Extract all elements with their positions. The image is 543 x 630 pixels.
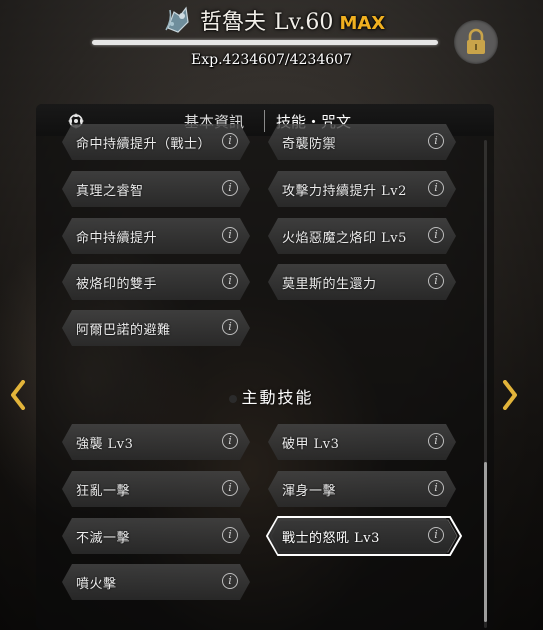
- info-icon[interactable]: i: [222, 227, 238, 243]
- max-level-badge: MAX: [339, 13, 386, 34]
- skill-label: 破甲 Lv3: [282, 437, 340, 452]
- skill-button[interactable]: 強襲 Lv3 i: [62, 424, 250, 460]
- heading-dot-icon: [229, 394, 238, 403]
- skill-label: 真理之睿智: [76, 184, 144, 199]
- info-icon[interactable]: i: [222, 319, 238, 335]
- lock-button[interactable]: [454, 20, 498, 64]
- skill-button[interactable]: 狂亂一擊 i: [62, 471, 250, 507]
- skill-label: 噴火擊: [76, 577, 117, 592]
- skill-button[interactable]: 被烙印的雙手 i: [62, 264, 250, 300]
- skill-button[interactable]: 不滅一擊 i: [62, 518, 250, 554]
- info-icon[interactable]: i: [222, 433, 238, 449]
- prev-pet-button[interactable]: [10, 380, 26, 410]
- skill-label: 狂亂一擊: [76, 484, 131, 499]
- info-icon[interactable]: i: [428, 133, 444, 149]
- lock-icon: [467, 28, 485, 54]
- skill-button[interactable]: 噴火擊 i: [62, 564, 250, 600]
- pet-portrait-icon: [160, 2, 194, 36]
- skill-button[interactable]: 奇襲防禦 i: [268, 124, 456, 160]
- pet-header: 哲魯夫 Lv.60 MAX Exp.4234607/4234607: [0, 0, 543, 100]
- skill-button[interactable]: 莫里斯的生還力 i: [268, 264, 456, 300]
- info-icon[interactable]: i: [428, 273, 444, 289]
- skill-label: 被烙印的雙手: [76, 277, 158, 292]
- skill-button[interactable]: 渾身一擊 i: [268, 471, 456, 507]
- pet-level: Lv.60: [274, 10, 334, 35]
- skill-button[interactable]: 破甲 Lv3 i: [268, 424, 456, 460]
- skill-label: 莫里斯的生還力: [282, 277, 377, 292]
- info-icon[interactable]: i: [222, 180, 238, 196]
- skill-label: 戰士的怒吼 Lv3: [282, 531, 380, 546]
- skill-label: 命中持續提升: [76, 231, 158, 246]
- skill-label: 強襲 Lv3: [76, 437, 134, 452]
- skill-button[interactable]: 火焰惡魔之烙印 Lv5 i: [268, 218, 456, 254]
- skill-label: 火焰惡魔之烙印 Lv5: [282, 231, 407, 246]
- skill-label: 阿爾巴諾的避難: [76, 323, 171, 338]
- skill-button[interactable]: 真理之睿智 i: [62, 171, 250, 207]
- exp-bar: [92, 40, 438, 45]
- skill-label: 命中持續提升（戰士）: [76, 137, 212, 152]
- skill-button[interactable]: 命中持續提升（戰士） i: [62, 124, 250, 160]
- skill-button[interactable]: 命中持續提升 i: [62, 218, 250, 254]
- scrollbar-thumb[interactable]: [484, 462, 487, 622]
- active-skills-heading: 主動技能: [0, 384, 543, 408]
- info-icon[interactable]: i: [222, 480, 238, 496]
- skill-button[interactable]: 攻擊力持續提升 Lv2 i: [268, 171, 456, 207]
- chevron-left-icon: [11, 380, 25, 410]
- pet-name-line: 哲魯夫 Lv.60 MAX: [200, 4, 385, 36]
- info-icon[interactable]: i: [428, 433, 444, 449]
- info-icon[interactable]: i: [428, 527, 444, 543]
- skill-label: 渾身一擊: [282, 484, 337, 499]
- info-icon[interactable]: i: [222, 527, 238, 543]
- info-icon[interactable]: i: [428, 180, 444, 196]
- skill-button-selected[interactable]: 戰士的怒吼 Lv3 i: [266, 516, 462, 556]
- info-icon[interactable]: i: [428, 227, 444, 243]
- info-icon[interactable]: i: [222, 573, 238, 589]
- skill-label: 不滅一擊: [76, 531, 131, 546]
- next-pet-button[interactable]: [502, 380, 518, 410]
- info-icon[interactable]: i: [222, 273, 238, 289]
- exp-bar-fill: [92, 40, 438, 45]
- active-skills-title: 主動技能: [241, 388, 314, 407]
- skill-button[interactable]: 阿爾巴諾的避難 i: [62, 310, 250, 346]
- tab-divider: [264, 110, 265, 132]
- chevron-right-icon: [503, 380, 517, 410]
- skill-label: 奇襲防禦: [282, 137, 337, 152]
- info-icon[interactable]: i: [222, 133, 238, 149]
- pet-name: 哲魯夫: [200, 10, 267, 35]
- info-icon[interactable]: i: [428, 480, 444, 496]
- skill-label: 攻擊力持續提升 Lv2: [282, 184, 407, 199]
